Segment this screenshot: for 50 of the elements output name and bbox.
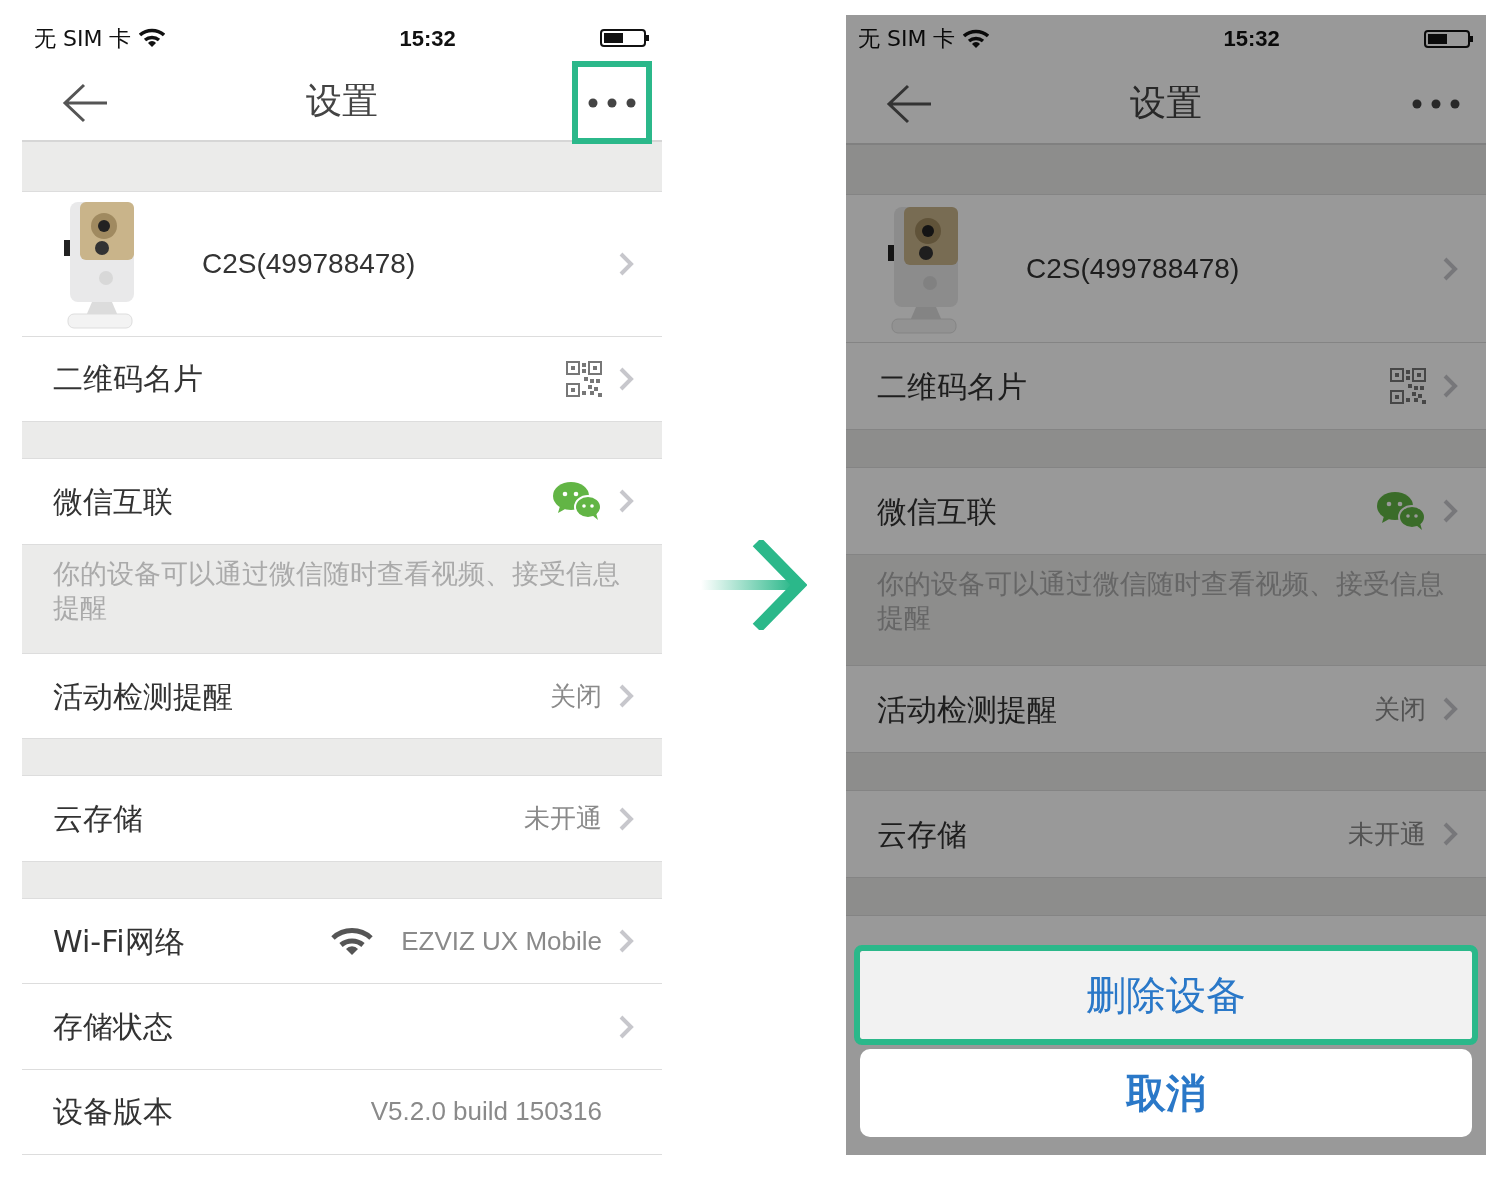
row-label: 云存储 [877,815,967,854]
battery-icon [600,28,650,49]
row-label: 云存储 [53,800,143,839]
row-label: 二维码名片 [53,360,203,399]
row-value: 关闭 [550,679,602,713]
row-label: 存储状态 [53,1008,173,1047]
arrow-icon [701,540,807,630]
qr-code-icon [1390,368,1426,404]
settings-row[interactable]: 二维码名片 [22,336,662,422]
clock-time: 15:32 [1223,25,1280,53]
row-value: EZVIZ UX Mobile [401,924,602,958]
action-button[interactable]: 取消 [860,1049,1472,1137]
wifi-icon [331,926,374,957]
device-name: C2S(499788478) [202,246,416,281]
settings-row[interactable]: 设备版本 V5.2.0 build 150316 [22,1069,662,1155]
chat-bubbles-icon [552,481,602,522]
more-icon [1411,97,1461,110]
row-label: 微信互联 [877,492,997,531]
page-title: 设置 [306,78,378,123]
device-row[interactable]: C2S(499788478) [846,195,1486,343]
qr-code-icon [566,360,602,397]
settings-row[interactable]: 微信互联 [22,459,662,545]
row-label: 二维码名片 [877,367,1027,406]
row-label: 微信互联 [53,482,173,521]
settings-row[interactable]: Wi-Fi网络 EZVIZ UX Mobile [22,899,662,985]
row-value: 关闭 [1374,692,1426,726]
carrier-label: 无 SIM 卡 [858,25,956,53]
row-value: 未开通 [1348,817,1426,851]
more-button[interactable] [572,61,652,145]
hint-text: 你的设备可以通过微信随时查看视频、接受信息提醒 [22,544,662,654]
row-label: 设备版本 [53,1093,173,1132]
more-icon [587,96,637,109]
carrier-label: 无 SIM 卡 [34,24,132,53]
row-value: V5.2.0 build 150316 [370,1095,602,1129]
device-row[interactable]: C2S(499788478) [22,191,662,337]
settings-row[interactable]: 存储状态 [22,984,662,1070]
row-label: 活动检测提醒 [53,677,233,716]
clock-time: 15:32 [399,24,456,53]
page-title: 设置 [1130,80,1202,125]
wifi-signal-icon [139,28,166,49]
row-value: 未开通 [524,802,602,836]
chat-bubbles-icon [1376,491,1426,531]
row-label: Wi-Fi网络 [53,922,185,961]
row-label: 活动检测提醒 [877,690,1057,729]
back-arrow-icon [886,83,932,124]
device-name: C2S(499788478) [1026,251,1240,286]
back-arrow-icon [62,82,108,123]
battery-icon [1424,28,1474,49]
settings-row[interactable]: 云存储 未开通 [22,776,662,862]
wifi-signal-icon [963,28,990,49]
